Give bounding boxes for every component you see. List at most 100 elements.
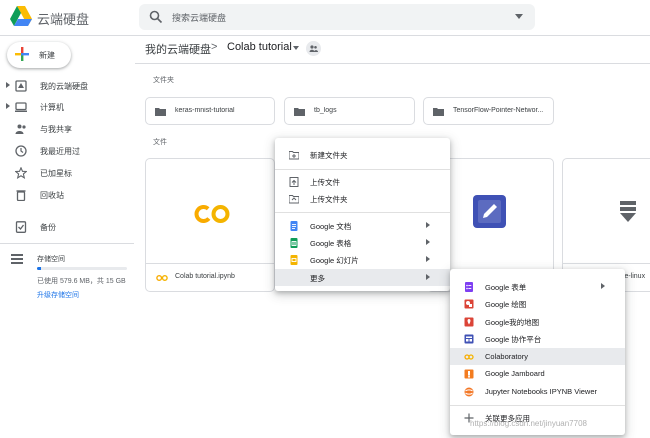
sidebar-divider bbox=[0, 243, 134, 244]
google-sites-icon bbox=[464, 334, 474, 344]
menu-item-jamboard[interactable]: Google Jamboard bbox=[450, 365, 625, 382]
search-options-icon[interactable] bbox=[515, 14, 523, 19]
menu-item-label: Google Jamboard bbox=[485, 369, 545, 378]
menu-item-label: Google 文档 bbox=[310, 222, 352, 231]
google-sheets-icon bbox=[290, 238, 298, 248]
menu-item-google-forms[interactable]: Google 表单 bbox=[450, 278, 625, 295]
sidebar-item-label: 与我共享 bbox=[40, 125, 72, 134]
upload-folder-icon bbox=[289, 195, 299, 204]
folder-card[interactable]: keras-mnist-tutorial bbox=[145, 97, 275, 125]
new-button[interactable]: 新建 bbox=[7, 42, 71, 68]
menu-item-colaboratory[interactable]: Colaboratory bbox=[450, 348, 625, 365]
menu-item-google-sites[interactable]: Google 协作平台 bbox=[450, 330, 625, 347]
colab-file-icon bbox=[156, 275, 168, 281]
computer-icon bbox=[15, 102, 27, 112]
menu-item-label: 更多 bbox=[310, 274, 325, 283]
header-divider bbox=[0, 35, 650, 36]
file-card-colab[interactable]: Colab tutorial.ipynb bbox=[145, 158, 275, 292]
folder-menu-caret-icon[interactable] bbox=[293, 46, 299, 50]
folders-section-label: 文件夹 bbox=[153, 77, 174, 84]
submenu-arrow-icon bbox=[601, 283, 605, 289]
app-title[interactable]: 云端硬盘 bbox=[37, 9, 89, 28]
menu-item-label: Google 幻灯片 bbox=[310, 256, 359, 265]
sidebar-item-label: 回收站 bbox=[40, 191, 64, 200]
menu-item-google-slides[interactable]: Google 幻灯片 bbox=[275, 251, 450, 268]
menu-item-new-folder[interactable]: 新建文件夹 bbox=[275, 146, 450, 163]
pen-app-icon bbox=[473, 195, 506, 228]
folder-name: tb_logs bbox=[314, 107, 337, 114]
upload-file-icon bbox=[289, 177, 299, 187]
sidebar-item-label: 我最近用过 bbox=[40, 147, 80, 156]
menu-item-label: 新建文件夹 bbox=[310, 151, 348, 160]
submenu-arrow-icon bbox=[426, 256, 430, 262]
folder-name: TensorFlow-Pointer-Networ... bbox=[453, 107, 544, 114]
drive-logo-icon[interactable] bbox=[10, 6, 32, 26]
storage-progress-fill bbox=[37, 267, 41, 270]
menu-item-label: Jupyter Notebooks IPYNB Viewer bbox=[485, 387, 597, 396]
menu-item-google-drawings[interactable]: Google 绘图 bbox=[450, 295, 625, 312]
trash-icon bbox=[16, 190, 26, 201]
menu-item-label: Google 绘图 bbox=[485, 300, 527, 309]
storage-icon bbox=[11, 254, 23, 264]
folder-card[interactable]: TensorFlow-Pointer-Networ... bbox=[423, 97, 554, 125]
download-archive-icon bbox=[620, 201, 636, 222]
sidebar-item-label: 计算机 bbox=[40, 103, 64, 112]
google-drawings-icon bbox=[464, 299, 474, 309]
people-icon bbox=[15, 124, 26, 134]
submenu-arrow-icon bbox=[426, 274, 430, 280]
sidebar-item-computers[interactable]: 计算机 bbox=[0, 98, 135, 116]
files-section-label: 文件 bbox=[153, 139, 167, 146]
menu-item-google-my-maps[interactable]: Google我的地图 bbox=[450, 313, 625, 330]
sidebar-item-my-drive[interactable]: 我的云端硬盘 bbox=[0, 77, 135, 95]
menu-item-label: 上传文件夹 bbox=[310, 195, 348, 204]
expand-arrow-icon[interactable] bbox=[6, 82, 10, 88]
shared-folder-icon bbox=[294, 108, 305, 116]
new-item-context-menu: 新建文件夹 上传文件 上传文件夹 Google 文档 Google 表格 Goo… bbox=[275, 138, 450, 291]
watermark-url: https://blog.csdn.net/jinyuan7708 bbox=[470, 419, 587, 428]
search-input[interactable]: 搜索云端硬盘 bbox=[172, 11, 226, 24]
menu-item-upload-file[interactable]: 上传文件 bbox=[275, 173, 450, 190]
file-card-footer: Colab tutorial.ipynb bbox=[146, 263, 274, 291]
storage-used-text: 已使用 579.6 MB，共 15 GB bbox=[37, 278, 126, 285]
sidebar-item-starred[interactable]: 已加星标 bbox=[0, 164, 135, 182]
menu-item-label: 上传文件 bbox=[310, 178, 340, 187]
star-icon bbox=[15, 167, 27, 179]
menu-item-google-sheets[interactable]: Google 表格 bbox=[275, 234, 450, 251]
folder-card[interactable]: tb_logs bbox=[284, 97, 415, 125]
breadcrumb-separator: > bbox=[211, 41, 218, 53]
colab-icon bbox=[464, 354, 474, 360]
plus-icon bbox=[15, 47, 29, 61]
menu-item-label: Google 表单 bbox=[485, 283, 527, 292]
menu-item-jupyter-viewer[interactable]: Jupyter Notebooks IPYNB Viewer bbox=[450, 383, 625, 400]
sidebar-item-backups[interactable]: 备份 bbox=[0, 218, 135, 236]
menu-item-upload-folder[interactable]: 上传文件夹 bbox=[275, 190, 450, 207]
menu-separator bbox=[450, 405, 625, 406]
sidebar-item-recent[interactable]: 我最近用过 bbox=[0, 142, 135, 160]
menu-item-google-docs[interactable]: Google 文档 bbox=[275, 217, 450, 234]
search-bar[interactable]: 搜索云端硬盘 bbox=[139, 4, 535, 30]
more-apps-submenu: Google 表单 Google 绘图 Google我的地图 Google 协作… bbox=[450, 269, 625, 435]
storage-title[interactable]: 存储空间 bbox=[37, 254, 65, 264]
new-folder-icon bbox=[289, 151, 299, 160]
breadcrumb-current-folder[interactable]: Colab tutorial bbox=[227, 41, 292, 53]
my-drive-icon bbox=[15, 80, 27, 92]
jamboard-icon bbox=[464, 369, 474, 379]
menu-item-label: Google我的地图 bbox=[485, 318, 540, 327]
sidebar-item-label: 已加星标 bbox=[40, 169, 72, 178]
menu-item-label: Google 协作平台 bbox=[485, 335, 542, 344]
google-my-maps-icon bbox=[464, 317, 474, 327]
shared-people-icon[interactable] bbox=[306, 41, 321, 56]
expand-arrow-icon[interactable] bbox=[6, 103, 10, 109]
breadcrumb-root[interactable]: 我的云端硬盘 bbox=[145, 41, 211, 57]
colab-logo-icon bbox=[194, 205, 230, 223]
menu-separator bbox=[275, 169, 450, 170]
sidebar-item-shared[interactable]: 与我共享 bbox=[0, 120, 135, 138]
clock-icon bbox=[15, 145, 27, 157]
sidebar-item-trash[interactable]: 回收站 bbox=[0, 186, 135, 204]
sidebar-item-label: 我的云端硬盘 bbox=[40, 82, 88, 91]
sidebar-item-label: 备份 bbox=[40, 223, 56, 232]
search-icon[interactable] bbox=[149, 10, 163, 24]
upgrade-storage-link[interactable]: 升级存储空间 bbox=[37, 290, 79, 300]
menu-separator bbox=[275, 212, 450, 213]
menu-item-more[interactable]: 更多 bbox=[275, 269, 450, 286]
